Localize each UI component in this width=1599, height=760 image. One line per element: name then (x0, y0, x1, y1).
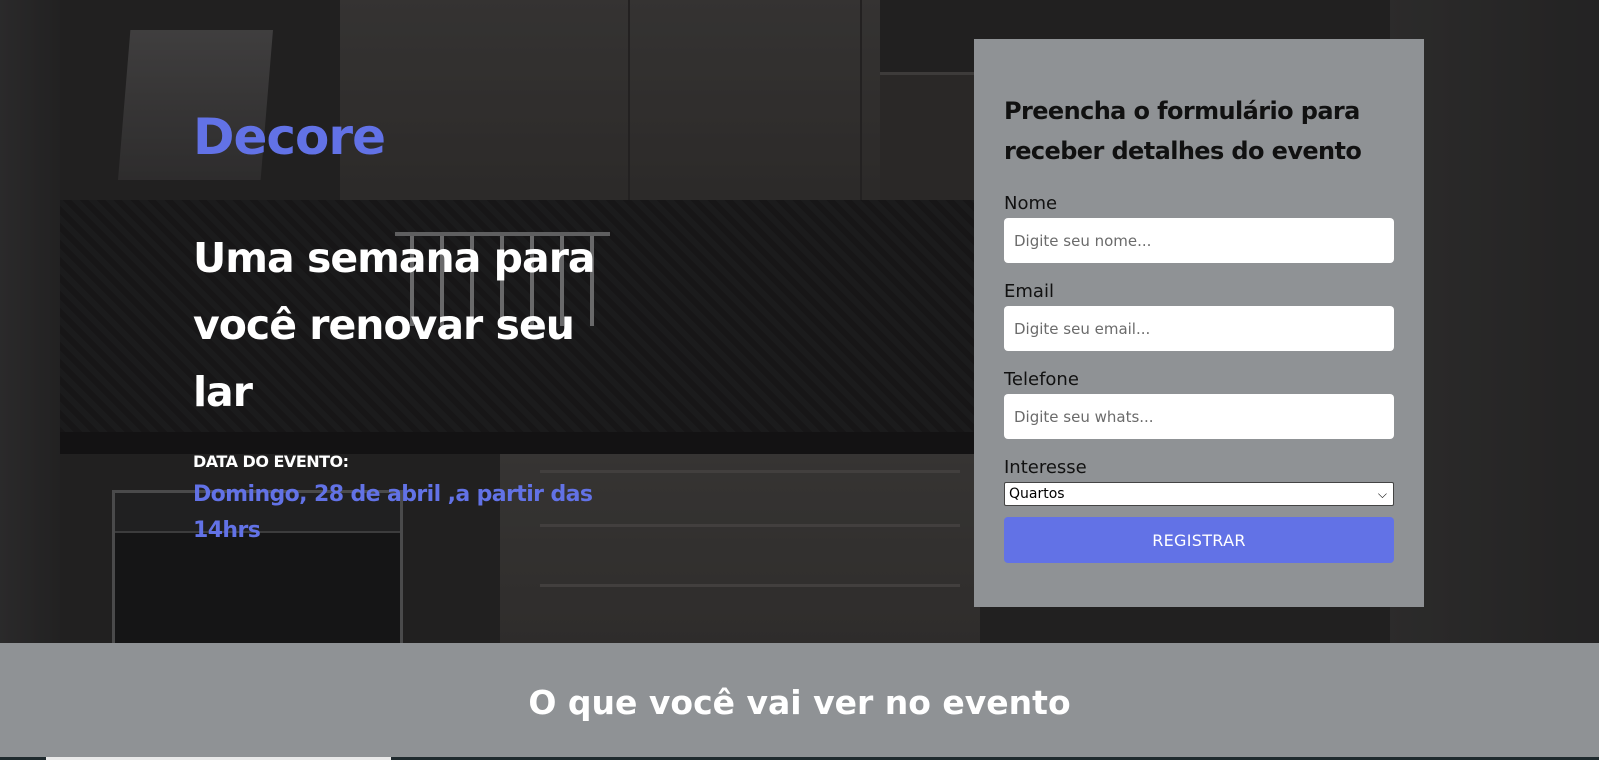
phone-input[interactable] (1004, 394, 1394, 439)
chevron-down-icon: ⌵ (1377, 487, 1387, 501)
name-input[interactable] (1004, 218, 1394, 263)
event-date-text: Domingo, 28 de abril ,a partir das 14hrs (193, 482, 593, 543)
email-label: Email (1004, 281, 1054, 302)
features-section: O que você vai ver no evento (0, 643, 1599, 760)
hero-headline: Uma semana para você renovar seu lar (193, 234, 596, 416)
registration-form: Preencha o formulário para receber detal… (974, 39, 1424, 607)
event-date-label: DATA DO EVENTO: (193, 452, 349, 471)
name-label: Nome (1004, 193, 1058, 214)
interest-selected-value: Quartos (1009, 486, 1065, 502)
register-button[interactable]: REGISTRAR (1004, 517, 1394, 563)
form-title: Preencha o formulário para receber detal… (1004, 97, 1362, 165)
interest-select[interactable]: Quartos ⌵ (1004, 482, 1394, 506)
interest-label: Interesse (1004, 457, 1087, 478)
section-title: O que você vai ver no evento (528, 683, 1071, 722)
email-input[interactable] (1004, 306, 1394, 351)
phone-label: Telefone (1004, 369, 1079, 390)
brand-logo: Decore (193, 108, 386, 166)
